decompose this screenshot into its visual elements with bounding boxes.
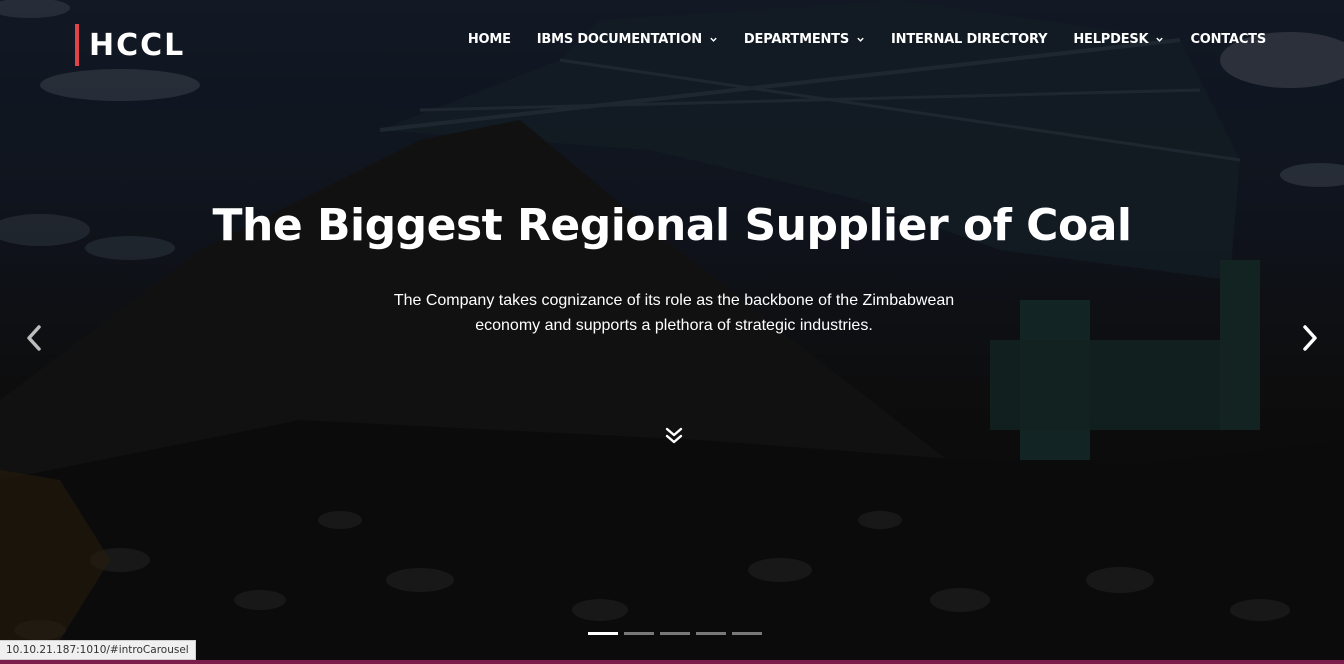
- chevron-left-icon: [27, 325, 41, 351]
- nav-home-label: HOME: [467, 32, 511, 47]
- hero-subtitle: The Company takes cognizance of its role…: [393, 292, 955, 334]
- chevron-right-icon: [1303, 325, 1317, 351]
- nav-helpdesk[interactable]: HELPDESK: [1073, 32, 1164, 47]
- carousel-prev-button[interactable]: [16, 318, 52, 358]
- double-chevron-down-icon: [665, 427, 683, 444]
- chevron-down-icon: [710, 37, 717, 42]
- nav-home[interactable]: HOME: [468, 32, 511, 47]
- nav-departments[interactable]: DEPARTMENTS: [744, 32, 865, 47]
- intro-carousel: HCCL HOME IBMS DOCUMENTATION DEPARTMENTS…: [0, 0, 1344, 664]
- carousel-indicators: [588, 632, 762, 635]
- carousel-indicator-1[interactable]: [588, 632, 618, 635]
- nav-contacts[interactable]: CONTACTS: [1190, 32, 1266, 47]
- nav-departments-label: DEPARTMENTS: [743, 32, 850, 47]
- nav-internal-directory-label: INTERNAL DIRECTORY: [891, 32, 1048, 47]
- carousel-indicator-4[interactable]: [696, 632, 726, 635]
- carousel-indicator-2[interactable]: [624, 632, 654, 635]
- logo[interactable]: HCCL: [75, 24, 185, 66]
- carousel-indicator-5[interactable]: [732, 632, 762, 635]
- nav-ibms-documentation-label: IBMS DOCUMENTATION: [536, 32, 702, 47]
- chevron-down-icon: [1156, 37, 1164, 42]
- bottom-accent-line: [0, 660, 1344, 664]
- nav-contacts-label: CONTACTS: [1190, 32, 1266, 47]
- carousel-next-button[interactable]: [1292, 318, 1328, 358]
- scroll-down-button[interactable]: [660, 422, 688, 450]
- main-nav: HOME IBMS DOCUMENTATION DEPARTMENTS INTE…: [468, 32, 1266, 47]
- chevron-down-icon: [857, 37, 864, 42]
- nav-internal-directory[interactable]: INTERNAL DIRECTORY: [891, 32, 1048, 47]
- hero-title: The Biggest Regional Supplier of Coal: [212, 200, 1132, 251]
- browser-status-url: 10.10.21.187:1010/#introCarousel: [0, 640, 196, 660]
- nav-helpdesk-label: HELPDESK: [1073, 32, 1149, 47]
- nav-ibms-documentation[interactable]: IBMS DOCUMENTATION: [537, 32, 718, 47]
- carousel-indicator-3[interactable]: [660, 632, 690, 635]
